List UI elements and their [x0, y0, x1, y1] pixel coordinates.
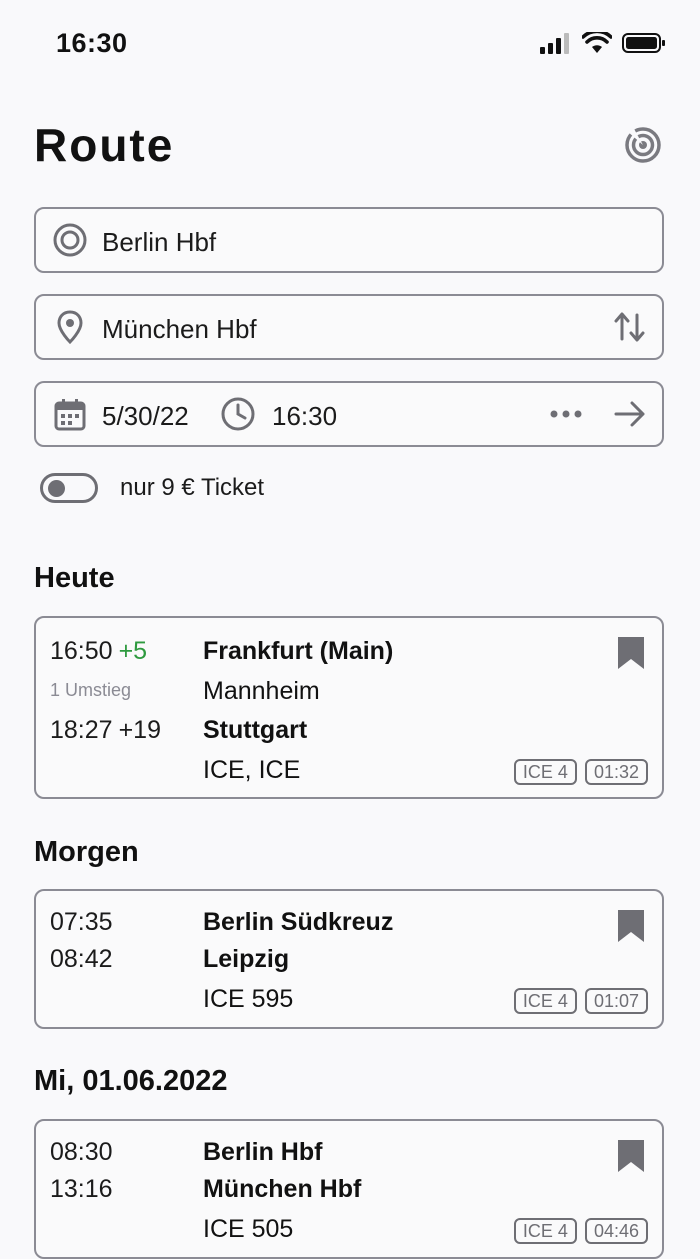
status-bar: 16:30: [0, 0, 700, 90]
nine-euro-toggle[interactable]: [40, 473, 98, 503]
station-to: Stuttgart: [203, 716, 308, 744]
nine-euro-label: nur 9 € Ticket: [120, 474, 265, 501]
transfer-count: 1 Umstieg: [50, 680, 132, 700]
station-from: Frankfurt (Main): [203, 637, 394, 665]
clock-icon: [221, 397, 255, 431]
duration-badge: 04:46: [584, 1218, 648, 1244]
section-title-date: Mi, 01.06.2022: [34, 1065, 228, 1097]
train-type-badge: ICE 4: [513, 1218, 577, 1244]
station-from: Berlin Südkreuz: [203, 908, 394, 936]
battery-icon: [622, 33, 665, 53]
departure-time: 07:35: [50, 908, 113, 936]
departure-time: 08:30: [50, 1138, 113, 1166]
bookmark-icon[interactable]: [617, 1139, 645, 1173]
wifi-icon: [582, 32, 612, 53]
arrival-time: 18:27: [50, 716, 113, 744]
station-from: Berlin Hbf: [203, 1138, 323, 1166]
arrival-time: 08:42: [50, 945, 113, 973]
to-station-value: München Hbf: [102, 314, 257, 344]
bookmark-icon[interactable]: [617, 909, 645, 943]
page-title: Route: [34, 119, 175, 171]
arrival-delay: +19: [118, 716, 161, 744]
train-list: ICE 595: [203, 985, 294, 1013]
station-to: München Hbf: [203, 1175, 362, 1203]
trip-card[interactable]: 08:30 13:16 Berlin Hbf München Hbf ICE 5…: [34, 1119, 664, 1259]
section-title-today: Heute: [34, 562, 115, 594]
radar-icon[interactable]: [623, 125, 663, 165]
start-location-icon: [53, 223, 87, 257]
train-list: ICE, ICE: [203, 756, 301, 784]
more-options-icon[interactable]: [548, 396, 584, 432]
status-time: 16:30: [56, 28, 128, 58]
search-arrow-icon[interactable]: [612, 396, 648, 432]
calendar-icon: [54, 399, 86, 431]
trip-card[interactable]: 07:35 08:42 Berlin Südkreuz Leipzig ICE …: [34, 889, 664, 1029]
train-type-badge: ICE 4: [513, 988, 577, 1014]
swap-icon[interactable]: [612, 309, 648, 345]
station-via: Mannheim: [203, 677, 320, 705]
train-type-badge: ICE 4: [513, 759, 577, 785]
nine-euro-toggle-row: nur 9 € Ticket: [40, 470, 264, 506]
cellular-signal-icon: [540, 33, 569, 54]
date-value[interactable]: 5/30/22: [102, 401, 189, 432]
time-value[interactable]: 16:30: [272, 401, 337, 432]
duration-badge: 01:07: [584, 988, 648, 1014]
duration-badge: 01:32: [584, 759, 648, 785]
section-title-tomorrow: Morgen: [34, 836, 139, 868]
train-list: ICE 505: [203, 1215, 294, 1243]
from-station-field[interactable]: Berlin Hbf: [34, 207, 664, 273]
departure-delay: +5: [118, 637, 148, 665]
arrival-time: 13:16: [50, 1175, 113, 1203]
trip-card[interactable]: 16:50 +5 1 Umstieg 18:27 +19 Frankfurt (Ma…: [34, 616, 664, 799]
station-to: Leipzig: [203, 945, 290, 973]
from-station-value: Berlin Hbf: [102, 227, 217, 257]
to-station-field[interactable]: München Hbf: [34, 294, 664, 360]
bookmark-icon[interactable]: [617, 636, 645, 670]
date-time-field[interactable]: 5/30/22 16:30: [34, 381, 664, 447]
departure-time: 16:50: [50, 637, 113, 665]
location-pin-icon: [57, 310, 83, 345]
